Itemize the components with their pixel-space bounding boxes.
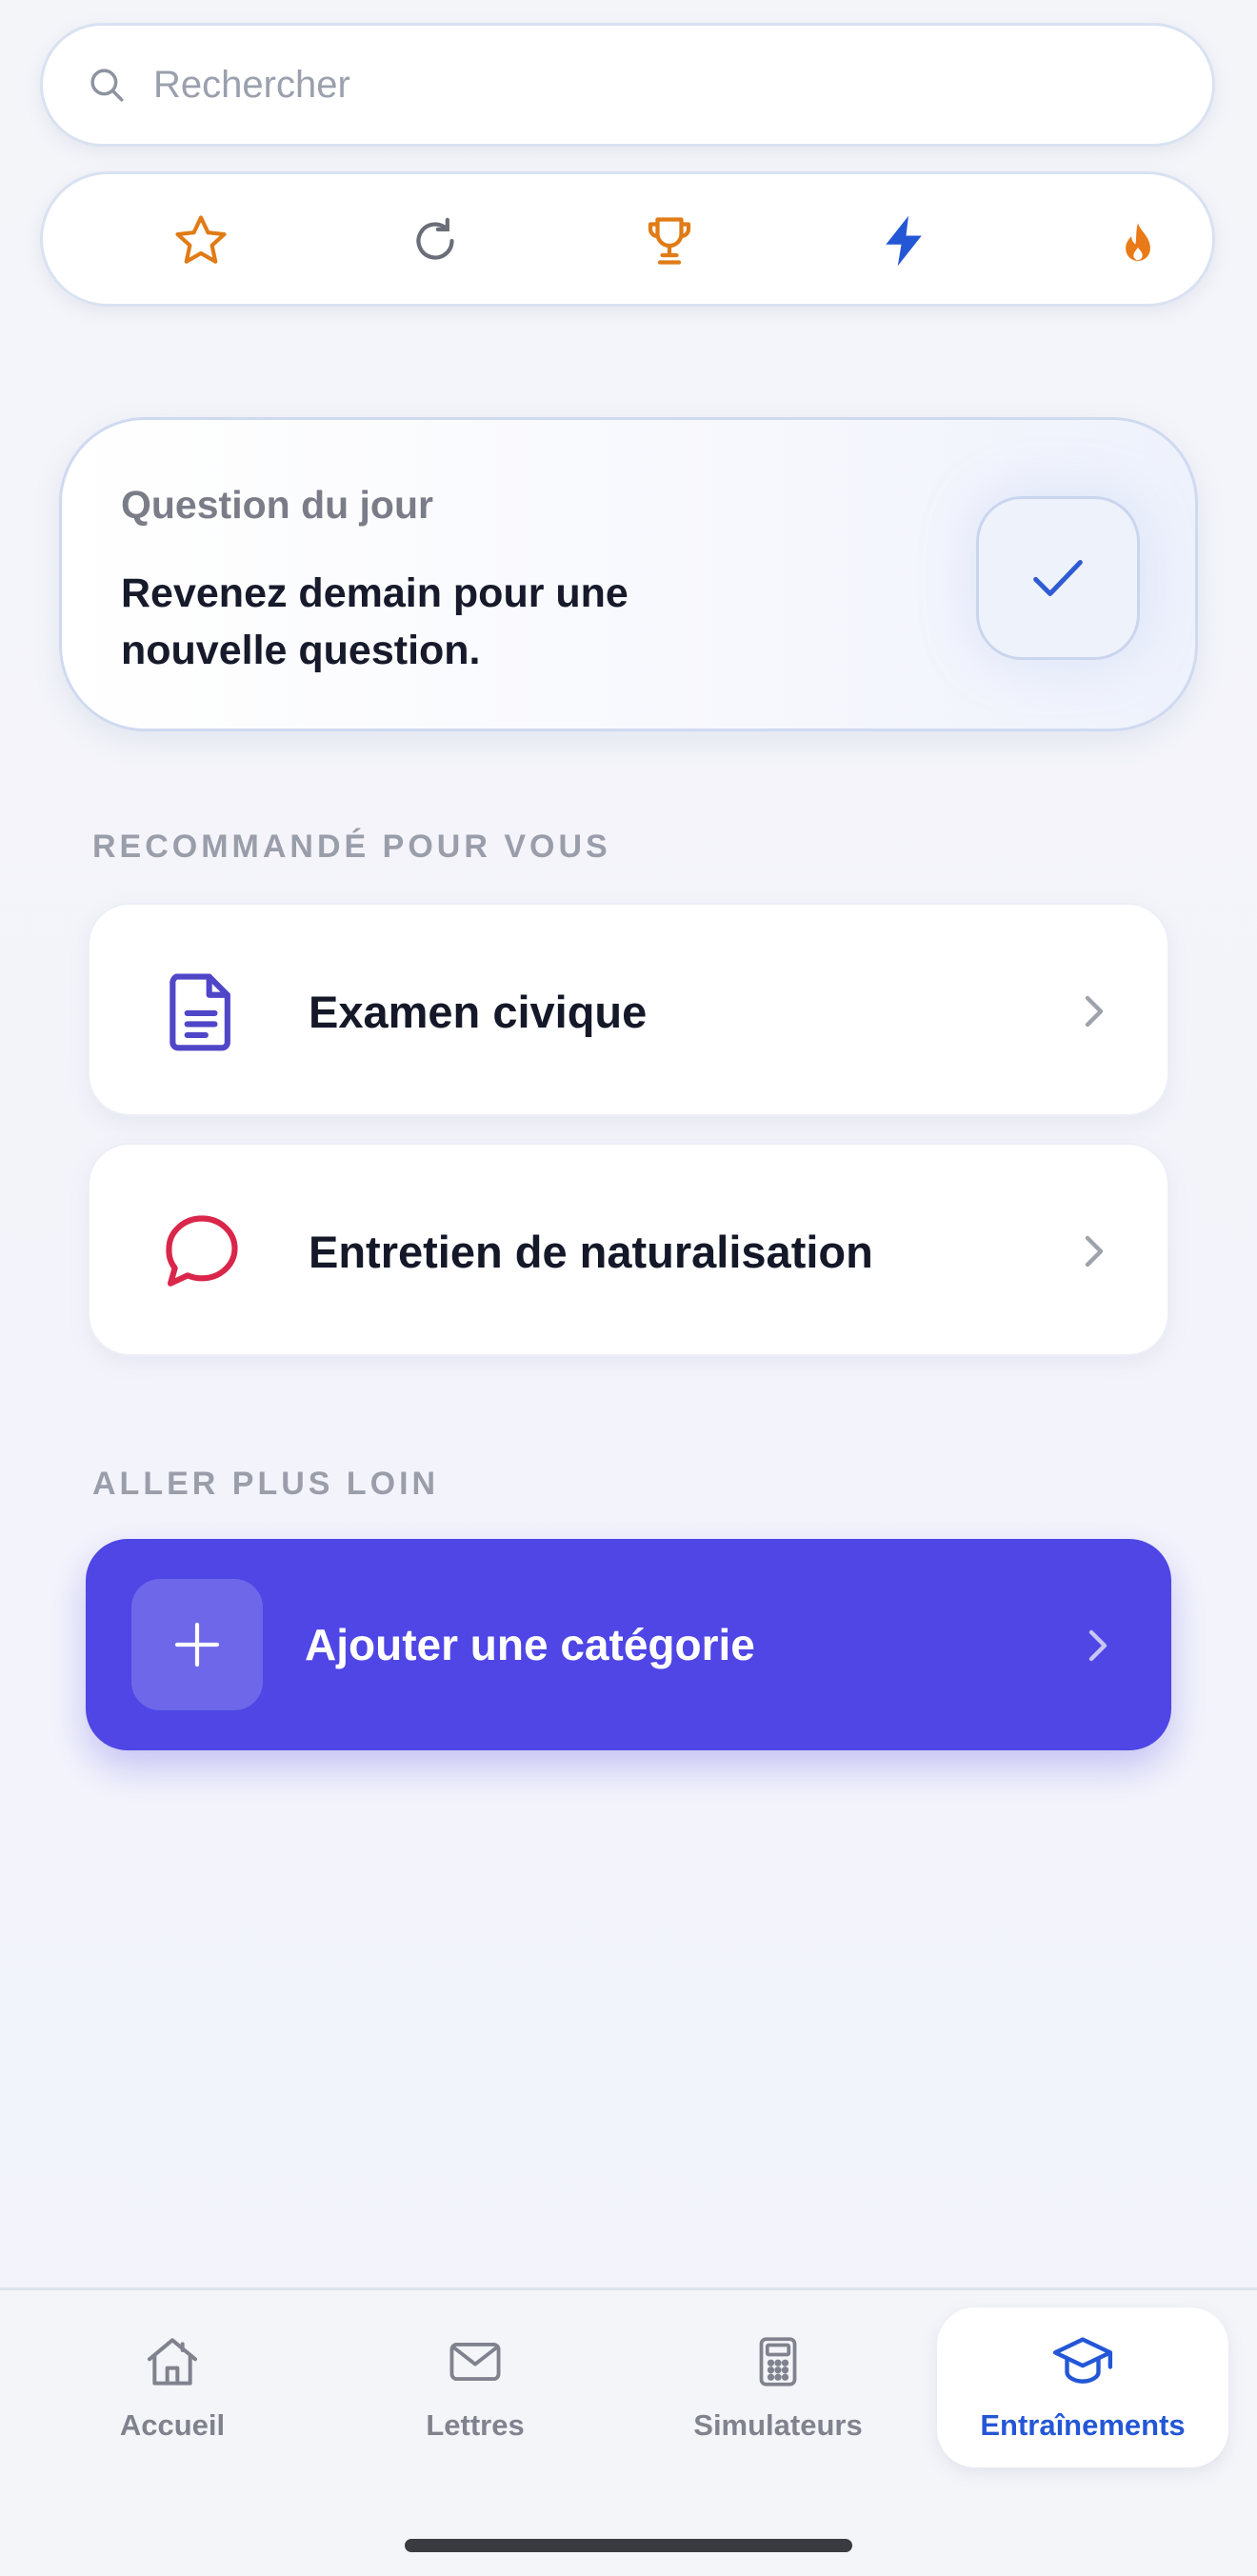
question-of-the-day-card[interactable]: Question du jour Revenez demain pour une… — [59, 417, 1198, 731]
quick-quiz-button[interactable] — [868, 205, 940, 277]
add-category-button[interactable]: Ajouter une catégorie — [86, 1539, 1171, 1750]
question-of-the-day-message: Revenez demain pour une nouvelle questio… — [121, 570, 628, 673]
refresh-icon — [416, 217, 454, 260]
document-icon-wrap — [158, 968, 246, 1055]
chat-icon-wrap — [158, 1208, 246, 1295]
flame-icon — [1126, 223, 1150, 261]
graduation-cap-icon — [1052, 2337, 1113, 2384]
streak-button[interactable] — [1102, 205, 1174, 277]
chat-bubble-icon — [166, 1215, 238, 1287]
search-input[interactable] — [153, 63, 1106, 107]
question-of-the-day-title: Question du jour — [121, 483, 433, 527]
home-indicator[interactable] — [405, 2539, 852, 2552]
quick-filter-bar — [40, 171, 1215, 307]
trophy-icon — [648, 217, 691, 265]
chevron-right-icon — [1085, 1235, 1104, 1268]
tab-label: Accueil — [119, 2408, 226, 2442]
mail-icon-wrap — [442, 2328, 509, 2395]
check-icon — [1033, 560, 1083, 596]
list-item-examen-civique[interactable]: Examen civique — [88, 903, 1169, 1116]
tab-simulateurs[interactable]: Simulateurs — [632, 2307, 924, 2467]
lightning-icon — [886, 215, 922, 267]
plus-icon-wrap — [131, 1579, 263, 1710]
recommended-section-label: RECOMMANDÉ POUR VOUS — [92, 829, 611, 865]
tab-lettres[interactable]: Lettres — [329, 2307, 621, 2467]
calculator-icon-wrap — [745, 2328, 811, 2395]
tab-label: Simulateurs — [693, 2408, 863, 2442]
list-item-label: Entretien de naturalisation — [309, 1226, 873, 1277]
tab-label: Lettres — [426, 2408, 525, 2442]
chevron-right-icon — [1085, 995, 1104, 1028]
bottom-tab-bar: Accueil Lettres Simulateurs Entraînement… — [0, 2287, 1257, 2576]
chevron-right-icon — [1088, 1629, 1107, 1662]
home-icon — [148, 2338, 197, 2386]
question-status-badge — [976, 496, 1140, 660]
tab-accueil[interactable]: Accueil — [27, 2307, 318, 2467]
favorites-button[interactable] — [165, 205, 237, 277]
graduation-cap-icon-wrap — [1049, 2328, 1116, 2395]
further-section-label: ALLER PLUS LOIN — [92, 1466, 440, 1502]
star-icon — [175, 215, 227, 264]
review-button[interactable] — [399, 205, 471, 277]
list-item-label: Examen civique — [309, 986, 648, 1037]
mail-icon — [449, 2342, 501, 2382]
tab-label: Entraînements — [980, 2408, 1186, 2442]
calculator-icon — [759, 2337, 797, 2386]
plus-icon — [174, 1622, 220, 1667]
search-bar[interactable] — [40, 23, 1215, 147]
achievements-button[interactable] — [633, 205, 706, 277]
add-category-label: Ajouter une catégorie — [305, 1620, 755, 1669]
list-item-entretien-naturalisation[interactable]: Entretien de naturalisation — [88, 1143, 1169, 1356]
home-icon-wrap — [139, 2328, 206, 2395]
search-icon — [90, 69, 124, 102]
page: Question du jour Revenez demain pour une… — [0, 0, 1257, 2576]
tab-entrainements[interactable]: Entraînements — [937, 2307, 1228, 2467]
document-icon — [170, 973, 230, 1051]
